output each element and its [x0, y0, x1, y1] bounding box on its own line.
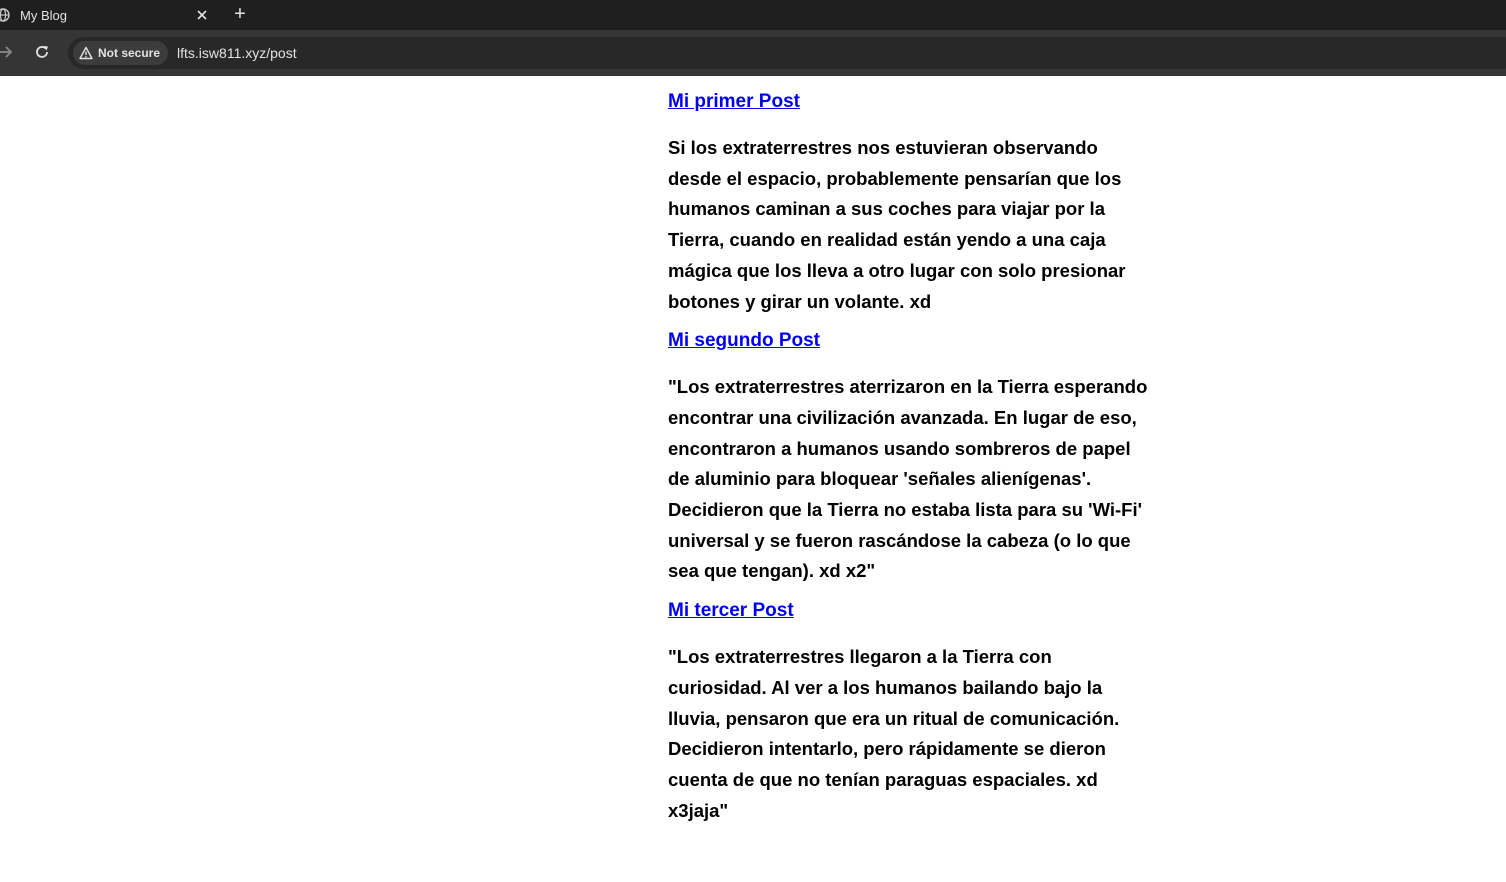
post-excerpt: Si los extraterrestres nos estuvieran ob…: [668, 137, 1126, 312]
browser-tab[interactable]: My Blog: [0, 0, 218, 30]
tab-strip: My Blog +: [0, 0, 1506, 30]
tab-title: My Blog: [20, 7, 67, 23]
browser-toolbar: Not secure lfts.isw811.xyz/post: [0, 30, 1506, 76]
url-text[interactable]: lfts.isw811.xyz/post: [177, 45, 297, 61]
reload-icon[interactable]: [31, 41, 53, 63]
close-icon[interactable]: [192, 5, 212, 25]
new-tab-button[interactable]: +: [230, 4, 250, 24]
browser-chrome: My Blog + Not secure lfts.isw811.xyz/pos…: [0, 0, 1506, 76]
security-indicator[interactable]: Not secure: [73, 41, 169, 65]
security-label: Not secure: [98, 46, 161, 60]
address-bar[interactable]: Not secure lfts.isw811.xyz/post: [68, 37, 1506, 69]
forward-arrow-icon[interactable]: [0, 41, 16, 63]
post-excerpt: "Los extraterrestres llegaron a la Tierr…: [668, 646, 1120, 821]
post-excerpt: "Los extraterrestres aterrizaron en la T…: [668, 376, 1148, 582]
post-title-link[interactable]: Mi tercer Post: [668, 599, 1148, 623]
warning-icon: [79, 46, 93, 60]
post-title-link[interactable]: Mi segundo Post: [668, 329, 1148, 353]
page-content: Mi primer Post Si los extraterrestres no…: [0, 76, 1506, 882]
globe-icon: [0, 8, 10, 22]
post-title-link[interactable]: Mi primer Post: [668, 90, 1148, 114]
post-list: Mi primer Post Si los extraterrestres no…: [668, 90, 1148, 838]
